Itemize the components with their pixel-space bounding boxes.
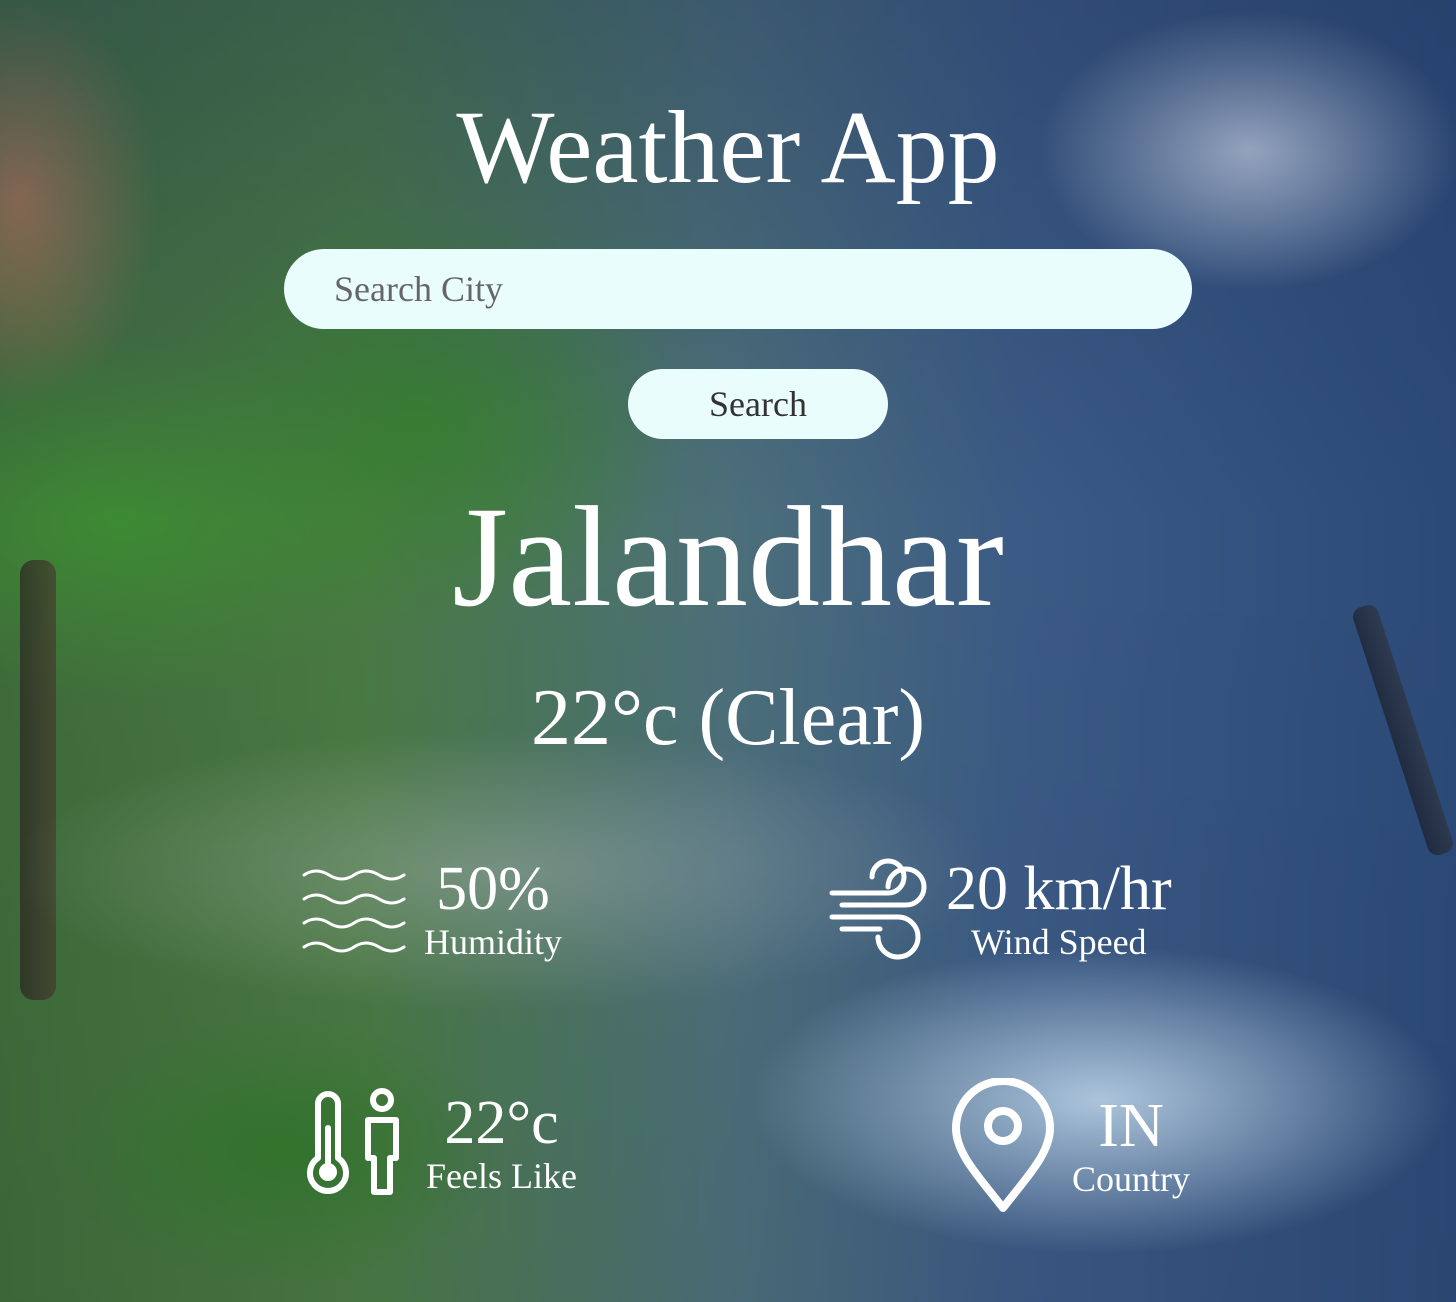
humidity-waves-icon bbox=[302, 861, 406, 957]
wind-value: 20 km/hr bbox=[946, 855, 1172, 923]
feels-like-value: 22°c bbox=[444, 1089, 559, 1157]
feels-like-label: Feels Like bbox=[426, 1156, 577, 1196]
app-title: Weather App bbox=[456, 90, 1000, 205]
feels-like-detail: 22°c Feels Like bbox=[302, 1088, 577, 1198]
thermometer-person-icon bbox=[302, 1088, 410, 1198]
humidity-detail: 50% Humidity bbox=[302, 856, 562, 962]
city-name: Jalandhar bbox=[452, 478, 1004, 637]
wind-icon bbox=[828, 857, 932, 961]
country-label: Country bbox=[1072, 1159, 1191, 1199]
country-detail: IN Country bbox=[950, 1078, 1190, 1214]
country-value: IN bbox=[1098, 1092, 1164, 1160]
wind-label: Wind Speed bbox=[971, 922, 1147, 962]
search-button[interactable]: Search bbox=[628, 369, 888, 439]
humidity-value: 50% bbox=[436, 855, 550, 923]
weather-app: Weather App Search Jalandhar 22°c (Clear… bbox=[0, 0, 1456, 1302]
search-input[interactable] bbox=[284, 249, 1192, 329]
humidity-label: Humidity bbox=[424, 922, 563, 962]
wind-detail: 20 km/hr Wind Speed bbox=[828, 856, 1172, 962]
location-pin-icon bbox=[950, 1078, 1056, 1214]
temperature-summary: 22°c (Clear) bbox=[530, 674, 926, 762]
